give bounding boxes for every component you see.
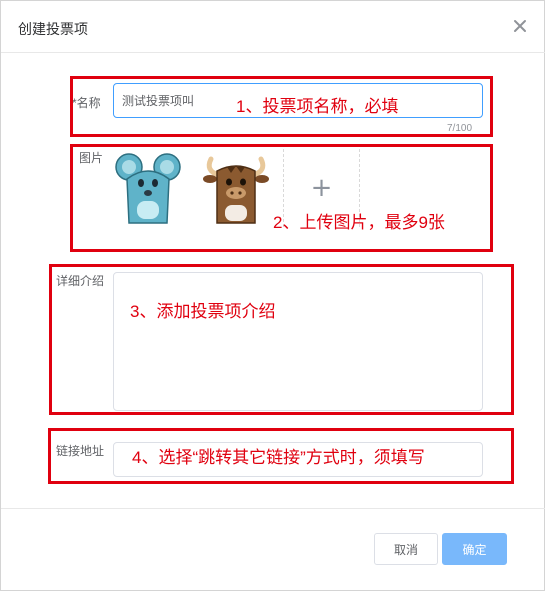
mouse-cartoon-image[interactable] [113,149,183,227]
create-vote-item-dialog: 创建投票项 *名称 7/100 图片 [0,0,545,591]
dialog-title: 创建投票项 [18,21,88,37]
link-label: 链接地址 [56,444,105,458]
footer-divider [1,508,545,509]
name-label: *名称 [72,96,101,110]
ox-cartoon-image[interactable] [201,149,271,227]
images-label: 图片 [79,151,104,165]
cancel-button[interactable]: 取消 [374,533,438,565]
link-input[interactable] [113,442,483,477]
plus-icon: + [310,173,333,203]
confirm-button[interactable]: 确定 [442,533,507,565]
name-input[interactable] [113,83,483,118]
name-char-counter: 7/100 [447,123,473,134]
description-label: 详细介绍 [56,274,105,288]
dialog-header: 创建投票项 [1,1,545,53]
description-textarea[interactable] [113,272,483,411]
image-upload-button[interactable]: + [283,149,360,227]
close-icon[interactable] [510,16,530,36]
